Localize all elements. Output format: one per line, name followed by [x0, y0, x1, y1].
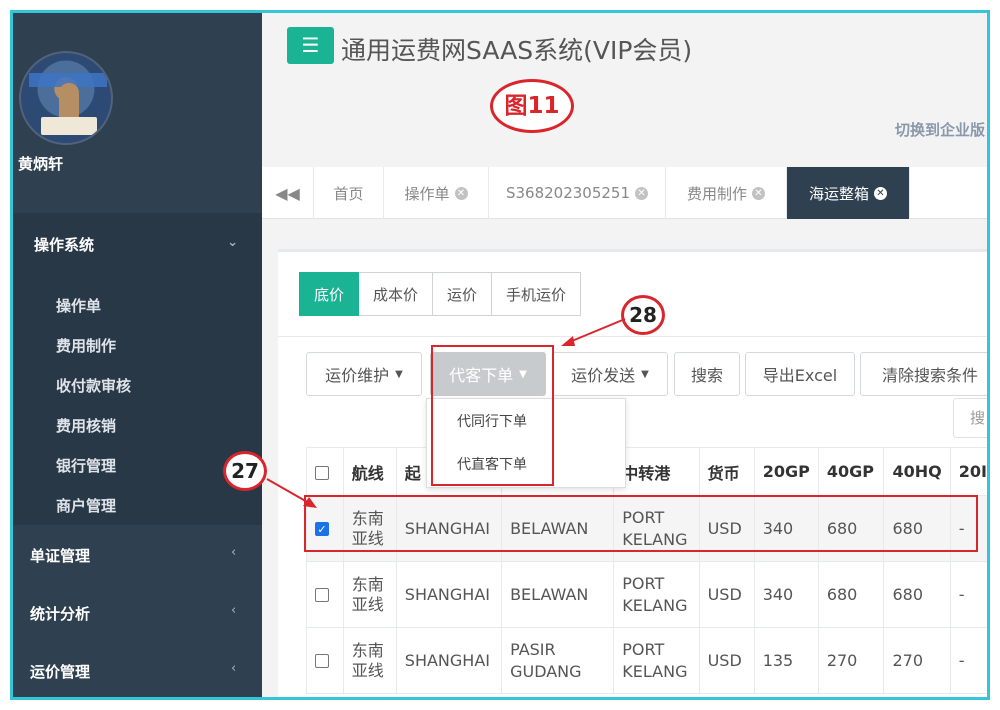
column-header[interactable]: 航线 — [343, 448, 396, 496]
tab-sea-fcl[interactable]: 海运整箱 ✕ — [787, 167, 910, 219]
figure-annotation: 图11 — [490, 79, 574, 133]
sidebar-menu-label: 运价管理 — [30, 663, 90, 681]
close-icon[interactable]: ✕ — [752, 187, 765, 200]
column-header[interactable]: 20I — [950, 448, 990, 496]
close-icon[interactable]: ✕ — [635, 187, 648, 200]
search-input[interactable]: 搜 — [953, 398, 990, 438]
cell-pod: PASIR GUDANG — [502, 628, 614, 694]
cell-route: 东南亚线 — [343, 628, 396, 694]
column-header[interactable]: 40GP — [818, 448, 884, 496]
cell-extra: - — [950, 628, 990, 694]
column-header[interactable]: 40HQ — [884, 448, 950, 496]
chevron-left-icon: ‹ — [231, 603, 236, 618]
sidebar-menu-label: 统计分析 — [30, 605, 90, 623]
sidebar-menu-documents[interactable]: 单证管理 ‹ — [30, 545, 90, 566]
export-excel-button[interactable]: 导出Excel — [745, 352, 855, 396]
rate-maintain-button[interactable]: 运价维护 ▼ — [306, 352, 422, 396]
column-header[interactable]: 20GP — [754, 448, 818, 496]
column-header[interactable]: 货币 — [699, 448, 754, 496]
page-title: 通用运费网SAAS系统(VIP会员) — [341, 31, 692, 67]
caret-down-icon: ▼ — [395, 369, 403, 380]
sidebar-menu-statistics[interactable]: 统计分析 ‹ — [30, 603, 90, 624]
tab-label: 费用制作 — [687, 183, 747, 204]
rate-send-button[interactable]: 运价发送 ▼ — [552, 352, 668, 396]
annotation-badge-27: 27 — [223, 451, 267, 491]
table-row[interactable]: 东南亚线 SHANGHAI BELAWAN PORT KELANG USD 34… — [307, 562, 991, 628]
switch-edition-link[interactable]: 切换到企业版 — [895, 119, 985, 140]
caret-down-icon: ▼ — [641, 369, 649, 380]
sidebar-item-fee-making[interactable]: 费用制作 — [56, 335, 116, 356]
cell-extra: - — [950, 562, 990, 628]
top-header: ☰ 通用运费网SAAS系统(VIP会员) 图11 切换到企业版 — [262, 13, 990, 169]
cell-pol: SHANGHAI — [396, 628, 501, 694]
tab-label: 首页 — [333, 183, 363, 204]
cell-currency: USD — [699, 628, 754, 694]
sidebar-item-operation-order[interactable]: 操作单 — [56, 295, 101, 316]
row-checkbox[interactable] — [315, 654, 329, 668]
clear-search-button[interactable]: 清除搜索条件 — [860, 352, 990, 396]
annotation-arrow-27 — [263, 475, 323, 515]
tab-fee-making[interactable]: 费用制作 ✕ — [666, 167, 787, 219]
tab-scroll-left-icon[interactable]: ◀◀ — [262, 167, 314, 219]
cell-currency: USD — [699, 562, 754, 628]
sidebar-section-label: 操作系统 — [34, 234, 94, 255]
sidebar-menu-freight[interactable]: 运价管理 ‹ — [30, 661, 90, 682]
annotation-arrow-28 — [553, 313, 633, 353]
cell-pod: BELAWAN — [502, 562, 614, 628]
cell-20gp: 340 — [754, 562, 818, 628]
sidebar-item-fee-writeoff[interactable]: 费用核销 — [56, 415, 116, 436]
tab-home[interactable]: 首页 — [314, 167, 384, 219]
freight-rate-table: 航线 起 中转港 货币 20GP 40GP 40HQ 20I ✓ 东南亚线 SH… — [306, 447, 990, 694]
tab-label: 海运整箱 — [809, 183, 869, 204]
cell-via: PORT KELANG — [614, 628, 699, 694]
tab-order-number[interactable]: S368202305251 ✕ — [489, 167, 666, 219]
cell-40gp: 680 — [818, 562, 884, 628]
cell-40hq: 270 — [884, 628, 950, 694]
page-tabs: ◀◀ 首页 操作单 ✕ S368202305251 ✕ 费用制作 ✕ 海运整箱 ✕ — [262, 167, 990, 219]
screenshot-frame: 黄炳轩 操作系统 ⌄ 操作单 费用制作 收付款审核 费用核销 银行管理 商户管理… — [10, 10, 990, 700]
cell-via: PORT KELANG — [614, 562, 699, 628]
sidebar-item-merchant[interactable]: 商户管理 — [56, 495, 116, 516]
row-checkbox[interactable] — [315, 588, 329, 602]
search-button[interactable]: 搜索 — [674, 352, 740, 396]
sidebar-item-payment-review[interactable]: 收付款审核 — [56, 375, 131, 396]
button-label: 运价发送 — [571, 362, 635, 386]
cell-20gp: 135 — [754, 628, 818, 694]
cell-route: 东南亚线 — [343, 562, 396, 628]
table-row[interactable]: 东南亚线 SHANGHAI PASIR GUDANG PORT KELANG U… — [307, 628, 991, 694]
cell-40gp: 270 — [818, 628, 884, 694]
hamburger-icon[interactable]: ☰ — [287, 27, 334, 64]
annotation-row-highlight — [304, 495, 978, 552]
cell-40hq: 680 — [884, 562, 950, 628]
chevron-left-icon: ‹ — [231, 545, 236, 560]
close-icon[interactable]: ✕ — [874, 187, 887, 200]
sidebar: 黄炳轩 操作系统 ⌄ 操作单 费用制作 收付款审核 费用核销 银行管理 商户管理… — [13, 13, 262, 697]
close-icon[interactable]: ✕ — [455, 187, 468, 200]
tab-label: 操作单 — [404, 183, 449, 204]
sidebar-section-header[interactable]: 操作系统 ⌄ — [13, 213, 262, 275]
cell-pol: SHANGHAI — [396, 562, 501, 628]
user-name: 黄炳轩 — [18, 153, 63, 174]
button-label: 运价维护 — [325, 362, 389, 386]
chevron-down-icon: ⌄ — [227, 235, 238, 250]
tab-label: S368202305251 — [506, 184, 630, 202]
sidebar-item-bank[interactable]: 银行管理 — [56, 455, 116, 476]
avatar[interactable] — [19, 51, 113, 145]
tab-operation-order[interactable]: 操作单 ✕ — [384, 167, 489, 219]
chevron-left-icon: ‹ — [231, 661, 236, 676]
column-header[interactable]: 中转港 — [614, 448, 699, 496]
annotation-highlight-box — [431, 345, 554, 486]
table-header-row: 航线 起 中转港 货币 20GP 40GP 40HQ 20I — [307, 448, 991, 496]
sidebar-menu-label: 单证管理 — [30, 547, 90, 565]
